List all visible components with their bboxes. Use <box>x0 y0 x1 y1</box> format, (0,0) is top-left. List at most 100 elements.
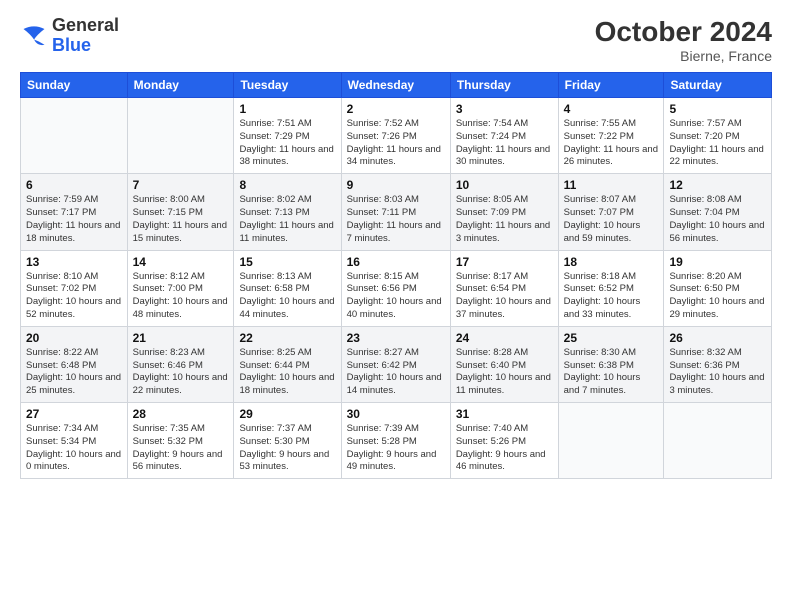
day-number: 17 <box>456 255 553 269</box>
calendar-cell: 16Sunrise: 8:15 AM Sunset: 6:56 PM Dayli… <box>341 250 450 326</box>
calendar-cell: 22Sunrise: 8:25 AM Sunset: 6:44 PM Dayli… <box>234 326 341 402</box>
weekday-header: Wednesday <box>341 73 450 98</box>
day-info: Sunrise: 8:00 AM Sunset: 7:15 PM Dayligh… <box>133 194 229 245</box>
day-number: 11 <box>564 178 659 192</box>
day-number: 4 <box>564 102 659 116</box>
day-number: 19 <box>669 255 766 269</box>
day-number: 26 <box>669 331 766 345</box>
calendar-cell: 17 Sunrise: 8:17 AM Sunset: 6:54 PM Dayli… <box>450 250 558 326</box>
calendar-cell: 14 Sunrise: 8:12 AM Sunset: 7:00 PM Dayli… <box>127 250 234 326</box>
logo-line1: General <box>52 16 119 36</box>
calendar-cell: 21 Sunrise: 8:23 AM Sunset: 6:46 PM Dayli… <box>127 326 234 402</box>
day-number: 25 <box>564 331 659 345</box>
day-info: Sunrise: 7:52 AM Sunset: 7:26 PM Dayligh… <box>347 118 445 169</box>
weekday-header: Saturday <box>664 73 772 98</box>
day-number: 30 <box>347 407 445 421</box>
calendar-cell: 12Sunrise: 8:08 AM Sunset: 7:04 PM Dayli… <box>664 174 772 250</box>
day-number: 2 <box>347 102 445 116</box>
calendar-cell: 20Sunrise: 8:22 AM Sunset: 6:48 PM Dayli… <box>21 326 128 402</box>
day-info: Sunrise: 8:15 AM Sunset: 6:56 PM Dayligh… <box>347 271 445 322</box>
calendar-cell: 2 Sunrise: 7:52 AM Sunset: 7:26 PM Daylig… <box>341 98 450 174</box>
calendar-week-row: 13Sunrise: 8:10 AM Sunset: 7:02 PM Dayli… <box>21 250 772 326</box>
day-number: 29 <box>239 407 335 421</box>
day-number: 8 <box>239 178 335 192</box>
calendar-cell: 6Sunrise: 7:59 AM Sunset: 7:17 PM Daylig… <box>21 174 128 250</box>
logo: General Blue <box>20 16 119 56</box>
day-number: 28 <box>133 407 229 421</box>
day-info: Sunrise: 7:57 AM Sunset: 7:20 PM Dayligh… <box>669 118 766 169</box>
day-info: Sunrise: 8:22 AM Sunset: 6:48 PM Dayligh… <box>26 347 122 398</box>
calendar-cell: 3Sunrise: 7:54 AM Sunset: 7:24 PM Daylig… <box>450 98 558 174</box>
calendar-cell: 9 Sunrise: 8:03 AM Sunset: 7:11 PM Daylig… <box>341 174 450 250</box>
day-number: 23 <box>347 331 445 345</box>
calendar-cell: 8 Sunrise: 8:02 AM Sunset: 7:13 PM Daylig… <box>234 174 341 250</box>
day-info: Sunrise: 8:28 AM Sunset: 6:40 PM Dayligh… <box>456 347 553 398</box>
day-number: 31 <box>456 407 553 421</box>
day-info: Sunrise: 8:12 AM Sunset: 7:00 PM Dayligh… <box>133 271 229 322</box>
day-number: 15 <box>239 255 335 269</box>
calendar-cell <box>127 98 234 174</box>
day-info: Sunrise: 8:20 AM Sunset: 6:50 PM Dayligh… <box>669 271 766 322</box>
weekday-header: Tuesday <box>234 73 341 98</box>
day-number: 21 <box>133 331 229 345</box>
day-number: 18 <box>564 255 659 269</box>
calendar-cell: 18 Sunrise: 8:18 AM Sunset: 6:52 PM Dayli… <box>558 250 664 326</box>
day-info: Sunrise: 8:05 AM Sunset: 7:09 PM Dayligh… <box>456 194 553 245</box>
day-info: Sunrise: 8:18 AM Sunset: 6:52 PM Dayligh… <box>564 271 659 322</box>
day-info: Sunrise: 8:02 AM Sunset: 7:13 PM Dayligh… <box>239 194 335 245</box>
day-info: Sunrise: 8:27 AM Sunset: 6:42 PM Dayligh… <box>347 347 445 398</box>
calendar-cell: 4 Sunrise: 7:55 AM Sunset: 7:22 PM Daylig… <box>558 98 664 174</box>
day-number: 9 <box>347 178 445 192</box>
day-info: Sunrise: 7:55 AM Sunset: 7:22 PM Dayligh… <box>564 118 659 169</box>
calendar-cell: 7 Sunrise: 8:00 AM Sunset: 7:15 PM Daylig… <box>127 174 234 250</box>
header: General Blue October 2024 Bierne, France <box>20 16 772 64</box>
calendar-cell: 29 Sunrise: 7:37 AM Sunset: 5:30 PM Dayli… <box>234 403 341 479</box>
logo-icon <box>20 22 48 50</box>
calendar-cell <box>558 403 664 479</box>
calendar-cell: 1Sunrise: 7:51 AM Sunset: 7:29 PM Daylig… <box>234 98 341 174</box>
calendar-cell: 24 Sunrise: 8:28 AM Sunset: 6:40 PM Dayli… <box>450 326 558 402</box>
logo-text: General Blue <box>52 16 119 56</box>
calendar-cell: 28Sunrise: 7:35 AM Sunset: 5:32 PM Dayli… <box>127 403 234 479</box>
day-info: Sunrise: 8:23 AM Sunset: 6:46 PM Dayligh… <box>133 347 229 398</box>
weekday-header: Monday <box>127 73 234 98</box>
calendar-table: SundayMondayTuesdayWednesdayThursdayFrid… <box>20 72 772 479</box>
day-info: Sunrise: 7:37 AM Sunset: 5:30 PM Dayligh… <box>239 423 335 474</box>
day-info: Sunrise: 8:08 AM Sunset: 7:04 PM Dayligh… <box>669 194 766 245</box>
day-number: 14 <box>133 255 229 269</box>
day-number: 24 <box>456 331 553 345</box>
calendar-cell <box>664 403 772 479</box>
day-number: 7 <box>133 178 229 192</box>
logo-line2: Blue <box>52 36 119 56</box>
calendar-cell: 26Sunrise: 8:32 AM Sunset: 6:36 PM Dayli… <box>664 326 772 402</box>
calendar-cell: 23 Sunrise: 8:27 AM Sunset: 6:42 PM Dayli… <box>341 326 450 402</box>
calendar-week-row: 6Sunrise: 7:59 AM Sunset: 7:17 PM Daylig… <box>21 174 772 250</box>
day-number: 27 <box>26 407 122 421</box>
calendar-cell: 30 Sunrise: 7:39 AM Sunset: 5:28 PM Dayli… <box>341 403 450 479</box>
day-number: 5 <box>669 102 766 116</box>
calendar-cell: 27 Sunrise: 7:34 AM Sunset: 5:34 PM Dayli… <box>21 403 128 479</box>
day-info: Sunrise: 7:54 AM Sunset: 7:24 PM Dayligh… <box>456 118 553 169</box>
calendar-cell: 19 Sunrise: 8:20 AM Sunset: 6:50 PM Dayli… <box>664 250 772 326</box>
day-info: Sunrise: 8:03 AM Sunset: 7:11 PM Dayligh… <box>347 194 445 245</box>
calendar-cell: 10 Sunrise: 8:05 AM Sunset: 7:09 PM Dayli… <box>450 174 558 250</box>
day-info: Sunrise: 8:30 AM Sunset: 6:38 PM Dayligh… <box>564 347 659 398</box>
day-info: Sunrise: 8:25 AM Sunset: 6:44 PM Dayligh… <box>239 347 335 398</box>
calendar-week-row: 1Sunrise: 7:51 AM Sunset: 7:29 PM Daylig… <box>21 98 772 174</box>
day-info: Sunrise: 8:13 AM Sunset: 6:58 PM Dayligh… <box>239 271 335 322</box>
calendar-cell: 31Sunrise: 7:40 AM Sunset: 5:26 PM Dayli… <box>450 403 558 479</box>
calendar-cell: 5 Sunrise: 7:57 AM Sunset: 7:20 PM Daylig… <box>664 98 772 174</box>
day-info: Sunrise: 7:39 AM Sunset: 5:28 PM Dayligh… <box>347 423 445 474</box>
calendar-week-row: 27 Sunrise: 7:34 AM Sunset: 5:34 PM Dayli… <box>21 403 772 479</box>
weekday-header: Thursday <box>450 73 558 98</box>
calendar-cell: 13Sunrise: 8:10 AM Sunset: 7:02 PM Dayli… <box>21 250 128 326</box>
day-number: 6 <box>26 178 122 192</box>
day-info: Sunrise: 8:07 AM Sunset: 7:07 PM Dayligh… <box>564 194 659 245</box>
weekday-header: Sunday <box>21 73 128 98</box>
calendar-cell: 11 Sunrise: 8:07 AM Sunset: 7:07 PM Dayli… <box>558 174 664 250</box>
day-number: 10 <box>456 178 553 192</box>
day-info: Sunrise: 7:34 AM Sunset: 5:34 PM Dayligh… <box>26 423 122 474</box>
calendar-header-row: SundayMondayTuesdayWednesdayThursdayFrid… <box>21 73 772 98</box>
day-info: Sunrise: 8:17 AM Sunset: 6:54 PM Dayligh… <box>456 271 553 322</box>
day-number: 13 <box>26 255 122 269</box>
